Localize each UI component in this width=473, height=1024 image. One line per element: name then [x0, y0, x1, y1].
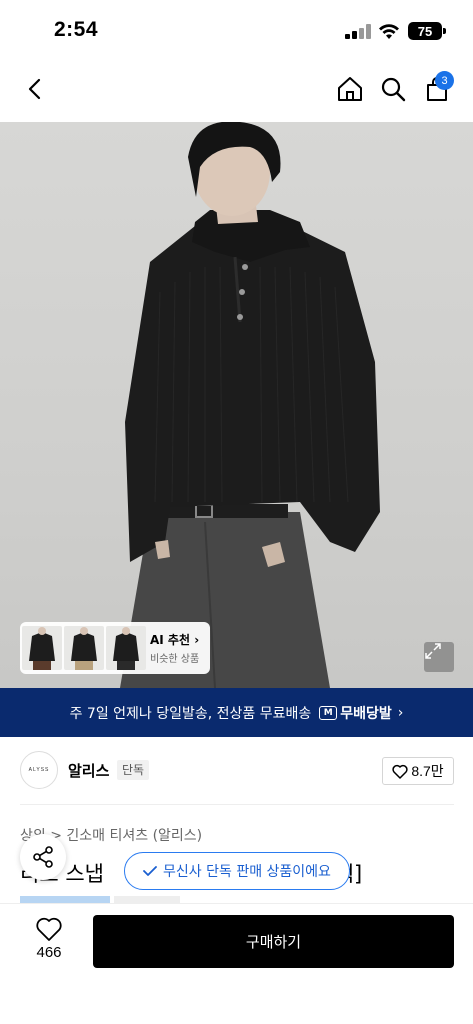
- ai-recommend-title: AI 추천 ›: [150, 633, 200, 647]
- status-time: 2:54: [54, 18, 99, 41]
- delivery-logo-label: 무배당발: [340, 705, 392, 722]
- exclusive-toast: 무신사 단독 판매 상품이에요: [124, 852, 350, 890]
- delivery-banner[interactable]: 주 7일 언제나 당일발송, 전상품 무료배송 M 무배당발 ›: [0, 688, 473, 737]
- cart-count-badge: 3: [435, 71, 454, 90]
- exclusive-toast-text: 무신사 단독 판매 상품이에요: [163, 864, 331, 880]
- chevron-right-icon: ›: [397, 704, 404, 721]
- product-like-count: 466: [36, 944, 62, 961]
- expand-icon: [425, 643, 441, 659]
- search-icon: [381, 77, 406, 102]
- delivery-logo: M 무배당발: [319, 703, 392, 723]
- ai-recommend-subtitle: 비슷한 상품: [150, 654, 200, 665]
- home-icon: [338, 77, 362, 101]
- delivery-logo-mark: M: [319, 705, 338, 720]
- chevron-right-icon: ›: [194, 633, 200, 647]
- heart-icon: [36, 917, 62, 941]
- battery-tip: [443, 28, 446, 34]
- brand-logo[interactable]: ALYSS: [20, 751, 58, 789]
- brand-like-button[interactable]: 8.7만: [382, 757, 454, 785]
- check-icon: [143, 866, 157, 876]
- ai-thumb-3: [106, 626, 146, 670]
- nav-bar: [0, 60, 473, 122]
- buy-button[interactable]: 구매하기: [93, 915, 454, 968]
- share-button[interactable]: [20, 834, 66, 880]
- product-tag: [20, 896, 110, 904]
- share-icon: [33, 846, 53, 868]
- status-bar: 2:54 75: [0, 0, 473, 60]
- brand-like-count: 8.7만: [411, 763, 444, 779]
- back-button[interactable]: [18, 72, 52, 106]
- bottom-bar: 466 구매하기: [0, 904, 473, 1024]
- home-button[interactable]: [333, 72, 367, 106]
- delivery-banner-text: 주 7일 언제나 당일발송, 전상품 무료배송: [69, 705, 312, 722]
- brand-name[interactable]: 알리스: [68, 760, 109, 781]
- ai-thumb-2: [64, 626, 104, 670]
- wifi-icon: [379, 24, 399, 39]
- battery-icon: 75: [408, 22, 442, 40]
- back-icon: [28, 78, 41, 100]
- product-photo: [120, 122, 380, 688]
- heart-icon: [392, 764, 408, 779]
- exclusive-tag: 단독: [117, 760, 150, 780]
- divider: [20, 804, 454, 805]
- ai-thumb-1: [22, 626, 62, 670]
- product-image[interactable]: AI 추천 › 비슷한 상품: [0, 122, 473, 688]
- search-button[interactable]: [376, 72, 410, 106]
- ai-recommend-card[interactable]: AI 추천 › 비슷한 상품: [20, 622, 210, 674]
- expand-image-button[interactable]: [424, 642, 454, 672]
- product-tag: [114, 896, 180, 904]
- signal-icon: [345, 24, 371, 39]
